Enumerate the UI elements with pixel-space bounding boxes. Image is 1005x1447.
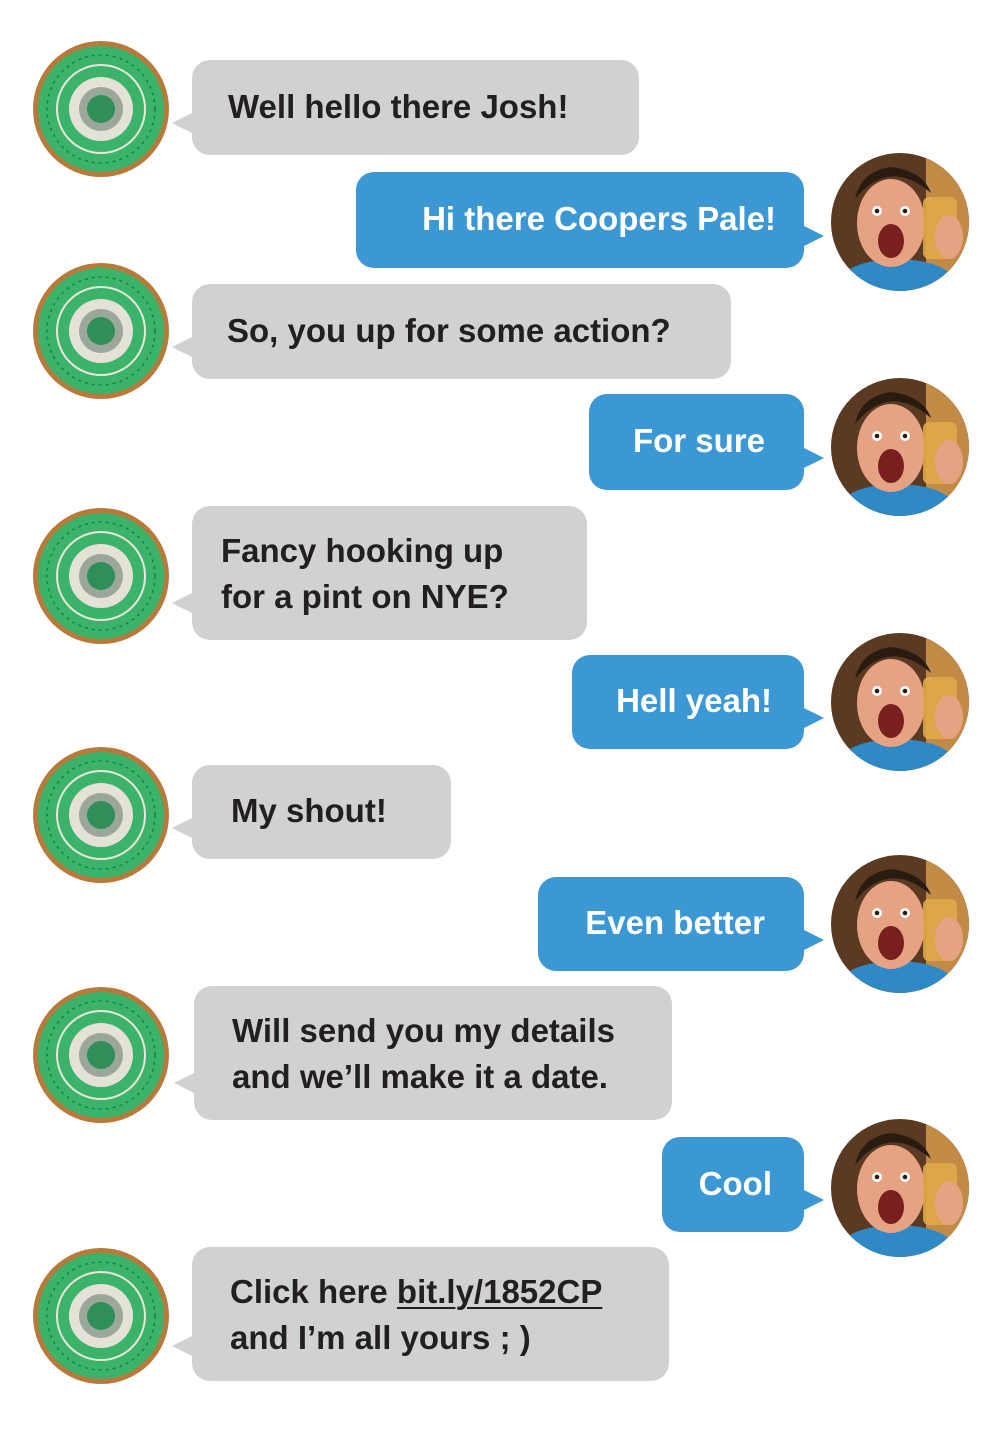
user-photo-icon [831,1119,969,1257]
user-photo-icon [831,153,969,291]
coopers-avatar [32,1247,170,1385]
coopers-avatar [32,40,170,178]
message-text-line-2: and I’m all yours ; ) [230,1319,531,1356]
message-bubble-outgoing: Hi there Coopers Pale! [356,172,824,268]
message-text: For sure [632,422,765,459]
message-text: Hi there Coopers Pale! [422,200,776,237]
user-photo-icon [831,633,969,771]
message-text: Hell yeah! [616,682,772,719]
message-text-line-1: Fancy hooking up [221,532,504,569]
beer-coaster-icon [33,747,169,883]
message-text-line-2: and we’ll make it a date. [232,1058,608,1095]
message-text: My shout! [231,792,387,829]
beer-coaster-icon [33,508,169,644]
coopers-avatar [32,986,170,1124]
user-avatar [831,153,969,291]
message-text-line-1: Click here bit.ly/1852CP [230,1269,669,1315]
message-text-line-1: Will send you my details [232,1012,615,1049]
message-bubble-outgoing: Hell yeah! [572,655,824,749]
message-bubble-incoming: My shout! [172,765,451,859]
message-bubble-incoming: Will send you my details and we’ll make … [174,986,672,1120]
coopers-avatar [32,262,170,400]
beer-coaster-icon [33,41,169,177]
user-photo-icon [831,378,969,516]
message-text: Cool [698,1165,772,1202]
message-text: Well hello there Josh! [228,88,569,125]
beer-coaster-icon [33,987,169,1123]
message-bubble-incoming: So, you up for some action? [172,284,731,379]
message-text: Even better [585,904,765,941]
user-avatar [831,378,969,516]
message-bubble-incoming: Fancy hooking up for a pint on NYE? [172,506,587,640]
coopers-avatar [32,507,170,645]
message-text-prefix: Click here [230,1273,397,1310]
message-bubble-outgoing: Cool [662,1137,824,1232]
coopers-avatar [32,746,170,884]
message-bubble-outgoing: For sure [589,394,824,490]
short-link[interactable]: bit.ly/1852CP [397,1273,602,1310]
beer-coaster-icon [33,263,169,399]
message-bubble-incoming: Well hello there Josh! [172,60,639,155]
user-avatar [831,855,969,993]
message-text: So, you up for some action? [227,312,671,349]
beer-coaster-icon [33,1248,169,1384]
message-text-line-2: for a pint on NYE? [221,578,509,615]
message-bubble-incoming: Click here bit.ly/1852CP and I’m all you… [172,1247,669,1381]
user-avatar [831,633,969,771]
message-bubble-outgoing: Even better [538,877,824,971]
user-avatar [831,1119,969,1257]
user-photo-icon [831,855,969,993]
